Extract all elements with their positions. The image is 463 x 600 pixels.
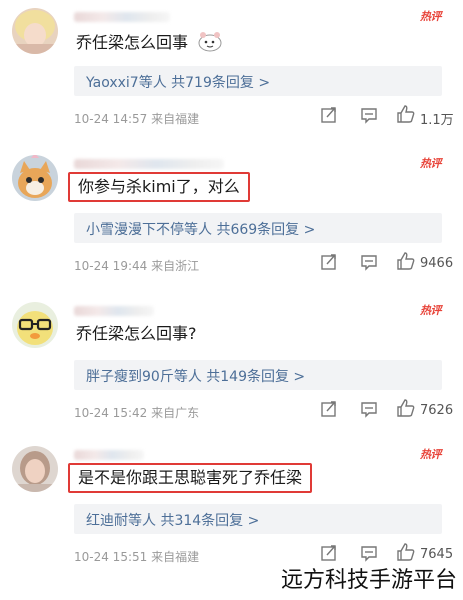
timestamp-location: 10-24 15:42 来自广东 (74, 406, 200, 420)
comment-item: 热评 乔任梁怎么回事 Yaoxxi7等人 共719条回复 > 10-24 14:… (0, 0, 463, 143)
comment-item: 热评 是不是你跟王思聪害死了乔任梁 红迪耐等人 共314条回复 > 10-24 … (0, 438, 463, 581)
comment-text: 乔任梁怎么回事? (76, 324, 197, 343)
replies-link[interactable]: Yaoxxi7等人 共719条回复 > (86, 72, 270, 92)
timestamp-location: 10-24 15:51 来自福建 (74, 550, 200, 564)
like-count: 1.1万 (420, 113, 454, 128)
thumbs-up-icon[interactable] (396, 104, 416, 124)
avatar[interactable] (12, 155, 58, 201)
share-icon[interactable] (320, 253, 338, 271)
replies-link[interactable]: 胖子瘦到90斤等人 共149条回复 > (86, 366, 305, 386)
timestamp-location: 10-24 19:44 来自浙江 (74, 259, 200, 273)
comment-item: 热评 乔任梁怎么回事? 胖子瘦到90斤等人 共149条回复 > 10-24 15… (0, 294, 463, 437)
like-count: 7626 (420, 403, 454, 418)
comment-text: 乔任梁怎么回事 (76, 30, 223, 57)
hot-comment-badge: 热评 (420, 304, 442, 317)
thumbs-up-icon[interactable] (396, 542, 416, 562)
like-count: 9466 (420, 256, 454, 271)
replies-panel[interactable]: 小雪漫漫下不停等人 共669条回复 > (74, 213, 442, 243)
sticker-icon (197, 30, 223, 57)
comment-icon[interactable] (360, 400, 378, 418)
timestamp-location: 10-24 14:57 来自福建 (74, 112, 200, 126)
thumbs-up-icon[interactable] (396, 398, 416, 418)
comment-icon[interactable] (360, 544, 378, 562)
replies-link[interactable]: 红迪耐等人 共314条回复 > (86, 510, 259, 530)
share-icon[interactable] (320, 544, 338, 562)
comment-text-content: 乔任梁怎么回事 (76, 33, 189, 52)
username-blurred[interactable] (74, 306, 154, 316)
comment-icon[interactable] (360, 253, 378, 271)
hot-comment-badge: 热评 (420, 448, 442, 461)
comment-text: 你参与杀kimi了，对么 (68, 172, 250, 202)
replies-panel[interactable]: 胖子瘦到90斤等人 共149条回复 > (74, 360, 442, 390)
replies-panel[interactable]: Yaoxxi7等人 共719条回复 > (74, 66, 442, 96)
username-blurred[interactable] (74, 450, 144, 460)
share-icon[interactable] (320, 400, 338, 418)
comment-item: 热评 你参与杀kimi了，对么 小雪漫漫下不停等人 共669条回复 > 10-2… (0, 147, 463, 290)
watermark-text: 远方科技手游平台 (280, 568, 457, 593)
avatar[interactable] (12, 302, 58, 348)
thumbs-up-icon[interactable] (396, 251, 416, 271)
username-blurred[interactable] (74, 12, 170, 22)
like-count: 7645 (420, 547, 454, 562)
share-icon[interactable] (320, 106, 338, 124)
comment-icon[interactable] (360, 106, 378, 124)
replies-link[interactable]: 小雪漫漫下不停等人 共669条回复 > (86, 219, 315, 239)
avatar[interactable] (12, 446, 58, 492)
hot-comment-badge: 热评 (420, 10, 442, 23)
avatar[interactable] (12, 8, 58, 54)
username-blurred[interactable] (74, 159, 224, 169)
hot-comment-badge: 热评 (420, 157, 442, 170)
replies-panel[interactable]: 红迪耐等人 共314条回复 > (74, 504, 442, 534)
comment-text: 是不是你跟王思聪害死了乔任梁 (68, 463, 313, 493)
